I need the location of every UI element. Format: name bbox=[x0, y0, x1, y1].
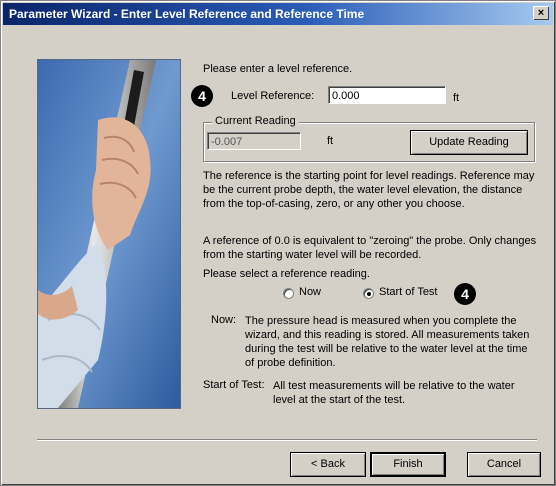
reference-explanation: The reference is the starting point for … bbox=[203, 170, 535, 210]
level-reference-prompt: Please enter a level reference. bbox=[203, 63, 353, 75]
parameter-wizard-dialog: Parameter Wizard - Enter Level Reference… bbox=[0, 0, 556, 486]
radio-start-of-test-label[interactable]: Start of Test bbox=[379, 286, 438, 298]
note-start-label: Start of Test: bbox=[203, 379, 265, 391]
title-bar[interactable]: Parameter Wizard - Enter Level Reference… bbox=[3, 3, 553, 25]
note-now-text: The pressure head is measured when you c… bbox=[245, 315, 530, 369]
finish-button[interactable]: Finish bbox=[370, 452, 446, 477]
back-button[interactable]: < Back bbox=[290, 452, 366, 477]
close-icon: × bbox=[537, 7, 545, 19]
note-start-text: All test measurements will be relative t… bbox=[273, 380, 515, 406]
window-title: Parameter Wizard - Enter Level Reference… bbox=[9, 7, 365, 21]
current-reading-legend: Current Reading bbox=[212, 115, 299, 127]
step-badge-reference-reading: 4 bbox=[454, 283, 476, 305]
radio-selected-dot bbox=[367, 292, 371, 296]
radio-start-of-test[interactable] bbox=[363, 288, 374, 299]
radio-now-label[interactable]: Now bbox=[299, 286, 321, 298]
level-reference-label: Level Reference: bbox=[231, 90, 315, 102]
step-badge-level-reference: 4 bbox=[191, 85, 213, 107]
zeroing-explanation: A reference of 0.0 is equivalent to "zer… bbox=[203, 235, 537, 261]
level-reference-input[interactable]: 0.000 bbox=[328, 86, 446, 104]
reference-reading-prompt: Please select a reference reading. bbox=[203, 268, 370, 280]
close-button[interactable]: × bbox=[533, 6, 549, 20]
probe-in-hand-photo-icon bbox=[38, 60, 180, 408]
current-reading-unit: ft bbox=[327, 135, 334, 147]
update-reading-button[interactable]: Update Reading bbox=[410, 130, 528, 155]
note-now-label: Now: bbox=[211, 314, 237, 326]
cancel-button[interactable]: Cancel bbox=[467, 452, 541, 477]
current-reading-value: -0.007 bbox=[207, 132, 301, 150]
footer-separator bbox=[37, 439, 537, 441]
probe-photo bbox=[37, 59, 181, 409]
level-reference-unit: ft bbox=[453, 92, 460, 104]
radio-now[interactable] bbox=[283, 288, 294, 299]
